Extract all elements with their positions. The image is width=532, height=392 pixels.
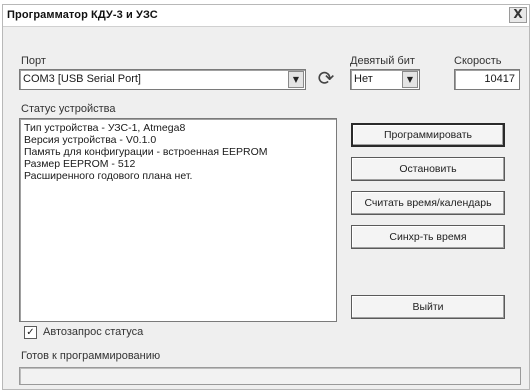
title-bar: Программатор КДУ-3 и УЗС X <box>3 5 529 27</box>
ninth-bit-select[interactable]: Нет ▼ <box>350 69 420 90</box>
port-select[interactable]: COM3 [USB Serial Port] ▼ <box>19 69 306 90</box>
auto-request-label[interactable]: Автозапрос статуса <box>43 326 143 338</box>
status-line: Расширенного годового плана нет. <box>24 170 193 182</box>
port-label: Порт <box>21 55 46 67</box>
refresh-icon[interactable]: ⟳ <box>314 67 338 91</box>
status-line: Версия устройства - V0.1.0 <box>24 134 157 146</box>
status-text-area[interactable]: Тип устройства - УЗС-1, Atmega8 Версия у… <box>19 118 337 322</box>
speed-label: Скорость <box>454 55 502 67</box>
window-title: Программатор КДУ-3 и УЗС <box>7 9 158 21</box>
programmer-window: Программатор КДУ-3 и УЗС X Порт COM3 [US… <box>2 4 530 390</box>
progress-bar <box>19 367 521 385</box>
auto-request-checkbox[interactable]: ✓ <box>24 326 37 339</box>
stop-button[interactable]: Остановить <box>351 157 505 181</box>
status-label: Статус устройства <box>21 103 116 115</box>
sync-time-button[interactable]: Синхр-ть время <box>351 225 505 249</box>
close-button[interactable]: X <box>509 7 527 23</box>
ninth-bit-label: Девятый бит <box>350 55 415 67</box>
status-line: Размер EEPROM - 512 <box>24 158 136 170</box>
ready-status-text: Готов к программированию <box>21 350 161 362</box>
read-time-button[interactable]: Считать время/календарь <box>351 191 505 215</box>
port-value: COM3 [USB Serial Port] <box>23 73 141 85</box>
chevron-down-icon[interactable]: ▼ <box>288 71 304 88</box>
close-icon: X <box>513 7 523 21</box>
ninth-bit-value: Нет <box>354 73 373 85</box>
chevron-down-icon[interactable]: ▼ <box>402 71 418 88</box>
check-icon: ✓ <box>26 327 35 338</box>
program-button[interactable]: Программировать <box>351 123 505 147</box>
exit-button[interactable]: Выйти <box>351 295 505 319</box>
speed-field[interactable]: 10417 <box>454 69 520 90</box>
status-line: Тип устройства - УЗС-1, Atmega8 <box>24 122 186 134</box>
status-line: Память для конфигурации - встроенная EEP… <box>24 146 268 158</box>
speed-value: 10417 <box>484 73 515 85</box>
